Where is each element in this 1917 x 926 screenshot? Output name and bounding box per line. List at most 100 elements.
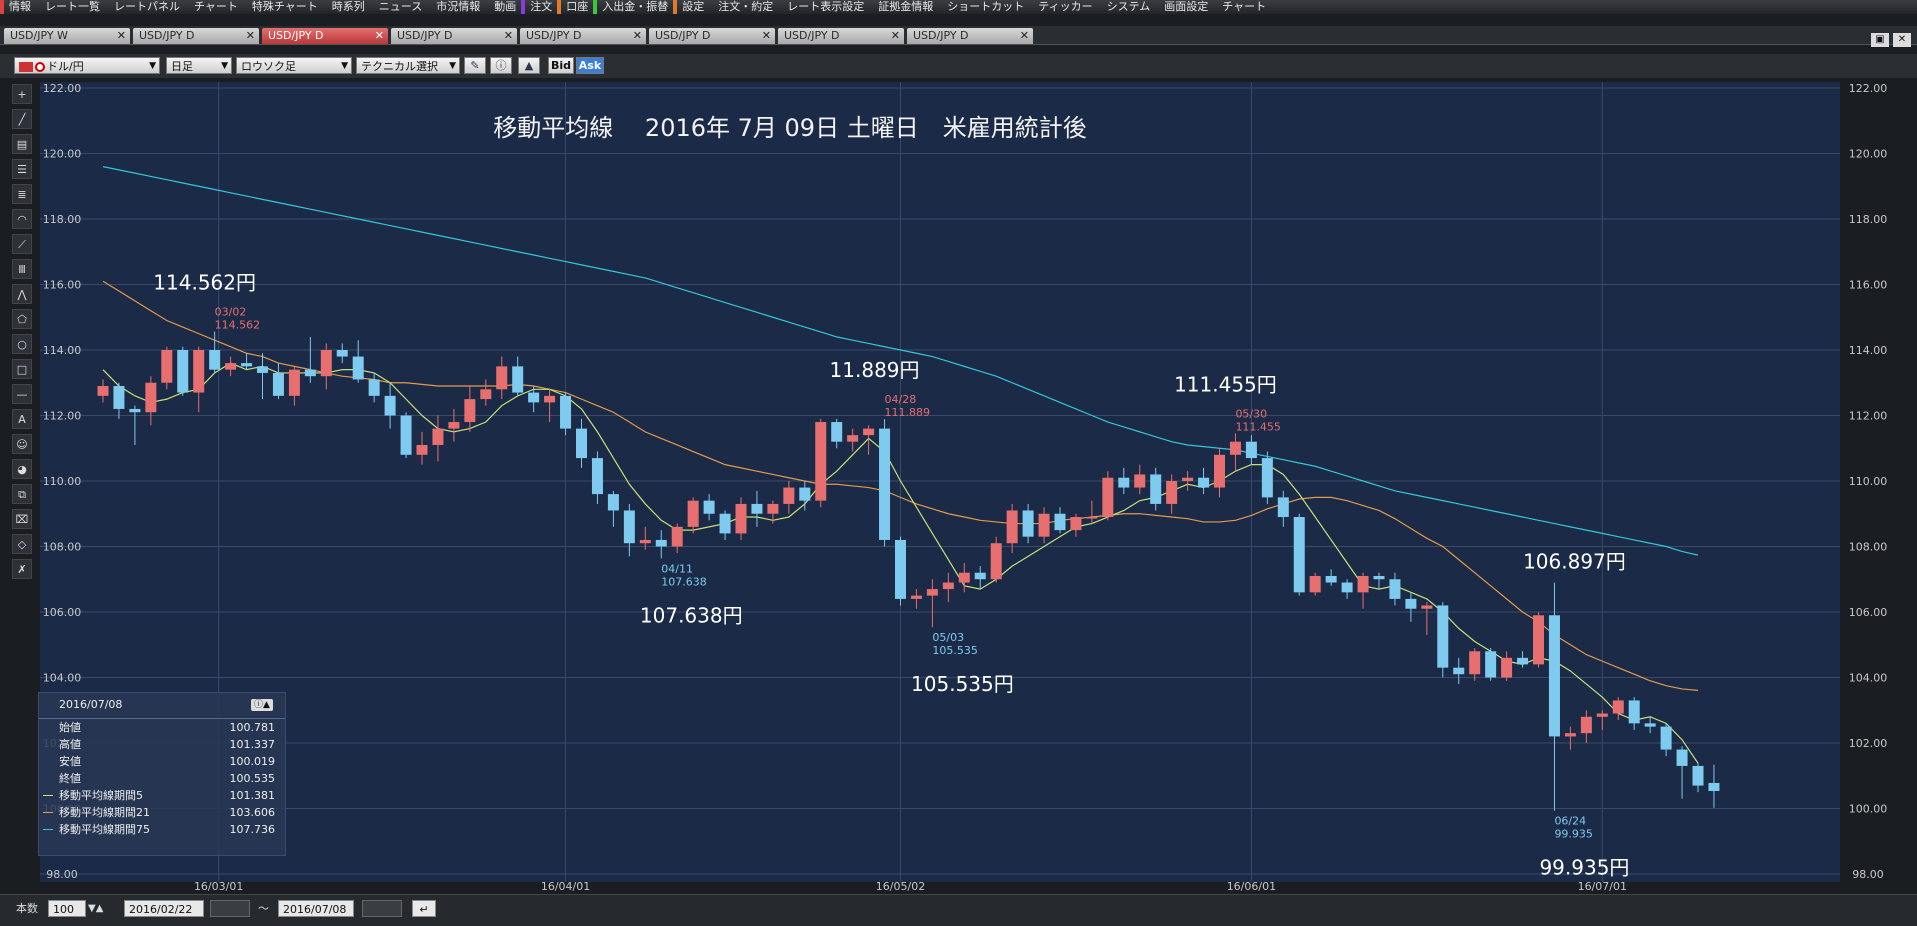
x-tick-label: 16/04/01: [541, 880, 590, 893]
tab-label: USD/JPY D: [139, 29, 195, 42]
candle-body: [1293, 517, 1305, 593]
annotation-big-label: 106.897円: [1523, 550, 1626, 574]
candle-body: [767, 503, 779, 514]
menu-item[interactable]: 証拠金情報: [869, 0, 938, 14]
menu-item[interactable]: 注文・約定: [709, 0, 778, 14]
candle-body: [209, 350, 221, 370]
menu-item[interactable]: 動画: [485, 0, 521, 14]
tab-close-icon[interactable]: ✕: [633, 28, 642, 44]
candle-body: [257, 366, 268, 373]
tab-label: USD/JPY D: [268, 29, 324, 42]
menu-item[interactable]: ニュース: [370, 0, 427, 14]
chevron-down-icon: ▼: [449, 61, 456, 71]
to-date-field[interactable]: 2016/07/08: [278, 900, 354, 917]
bid-label: Bid: [550, 59, 572, 72]
menu-item[interactable]: システム: [1098, 0, 1156, 14]
close-icon[interactable]: ✕: [1893, 33, 1911, 47]
info-button[interactable]: ⓘ: [490, 57, 512, 74]
candle-body: [336, 350, 348, 357]
chart-type-select[interactable]: ロウソク足 ▼: [236, 57, 352, 74]
tab[interactable]: USD/JPY D ✕: [907, 28, 1033, 44]
menu-item[interactable]: 注文: [521, 0, 557, 14]
menu-item[interactable]: ショートカット: [938, 0, 1029, 14]
annotation-value: 105.535: [932, 644, 978, 657]
menu-item[interactable]: 入出金・振替: [593, 0, 673, 14]
candle-body: [1102, 477, 1114, 518]
tab[interactable]: USD/JPY D ✕: [520, 28, 646, 44]
from-time-field[interactable]: [210, 900, 250, 917]
y-tick-label: 100.00: [1849, 803, 1888, 816]
tab[interactable]: USD/JPY D ✕: [262, 28, 388, 44]
area-chart-icon: ▲: [524, 59, 534, 72]
annotation-big-label: 111.455円: [1174, 372, 1277, 396]
menu-item[interactable]: 市況情報: [427, 0, 485, 14]
menu-item[interactable]: 画面設定: [1155, 0, 1213, 14]
candle-body: [1421, 605, 1433, 609]
menu-item[interactable]: チャート: [1213, 0, 1271, 14]
y-tick-label: 110.00: [1849, 475, 1888, 488]
tab-close-icon[interactable]: ✕: [246, 28, 255, 44]
candle-body: [1325, 575, 1337, 583]
y-tick-label: 98.00: [1852, 868, 1884, 881]
period-select[interactable]: 日足 ▼: [166, 57, 232, 74]
tab-close-icon[interactable]: ✕: [891, 28, 900, 44]
menu-item[interactable]: 情報: [0, 0, 36, 14]
bid-button[interactable]: Bid: [548, 57, 574, 74]
y-tick-label: 104.00: [43, 672, 82, 685]
candle-body: [1198, 477, 1210, 488]
technical-label: テクニカル選択: [361, 60, 438, 73]
y-tick-label: 114.00: [1849, 344, 1888, 357]
tab-close-icon[interactable]: ✕: [375, 28, 384, 44]
info-label: 移動平均線期間5: [59, 789, 143, 802]
candle-body: [1692, 765, 1704, 786]
refresh-button[interactable]: ↵: [412, 900, 436, 917]
menu-item[interactable]: レート表示設定: [778, 0, 869, 14]
from-date-field[interactable]: 2016/02/22: [124, 900, 204, 917]
ohlc-info-panel: 2016/07/08 ⓘ▲ 始値 100.781 高値 101.337 安値 100.01…: [38, 692, 286, 856]
count-stepper-icon[interactable]: ▼▲: [88, 900, 103, 917]
annotation-big-label: 99.935円: [1539, 856, 1629, 880]
ask-button[interactable]: Ask: [576, 57, 604, 74]
candle-body: [1405, 598, 1417, 609]
maximize-icon[interactable]: ▣: [1871, 33, 1889, 47]
candle-body: [576, 428, 587, 459]
technical-select[interactable]: テクニカル選択 ▼: [356, 57, 460, 74]
tab[interactable]: USD/JPY D ✕: [778, 28, 904, 44]
pen-tool-button[interactable]: ✎: [464, 57, 486, 74]
to-time-field[interactable]: [362, 900, 402, 917]
candle-body: [1564, 733, 1576, 737]
tab-close-icon[interactable]: ✕: [762, 28, 771, 44]
series-swatch: [43, 812, 53, 813]
candle-body: [591, 458, 603, 495]
price-chart[interactable]: 98.00 100.00 102.00 104.00 106.00 108.00 110.0…: [0, 78, 1917, 894]
menu-item[interactable]: 設定: [673, 0, 709, 14]
currency-pair-select[interactable]: ドル/円 ▼: [14, 57, 160, 74]
currency-pair-label: ドル/円: [47, 60, 84, 73]
tab-close-icon[interactable]: ✕: [504, 28, 513, 44]
count-field[interactable]: 100: [48, 900, 86, 917]
menu-item[interactable]: レートパネル: [105, 0, 185, 14]
info-row: 移動平均線期間75 107.736: [39, 821, 285, 838]
menu-item[interactable]: 口座: [557, 0, 593, 14]
window-buttons: ▣ ✕: [1867, 27, 1911, 47]
info-collapse-icon[interactable]: ⓘ▲: [251, 699, 273, 711]
candle-body: [1517, 657, 1529, 665]
menu-item[interactable]: ティッカー: [1029, 0, 1097, 14]
menu-item[interactable]: 時系列: [323, 0, 370, 14]
menu-item[interactable]: 特殊チャート: [243, 0, 323, 14]
x-tick-label: 16/05/02: [876, 880, 925, 893]
tab-label: USD/JPY D: [526, 29, 582, 42]
chart-style-button[interactable]: ▲: [518, 57, 540, 74]
tab[interactable]: USD/JPY D ✕: [133, 28, 259, 44]
y-tick-label: 106.00: [43, 606, 82, 619]
chart-background: [40, 82, 1840, 882]
candle-body: [815, 422, 827, 501]
tab-close-icon[interactable]: ✕: [1020, 28, 1029, 44]
tab[interactable]: USD/JPY D ✕: [649, 28, 775, 44]
candle-body: [480, 389, 492, 400]
tab-close-icon[interactable]: ✕: [117, 28, 126, 44]
tab[interactable]: USD/JPY W ✕: [4, 28, 130, 44]
menu-item[interactable]: レート一覧: [36, 0, 105, 14]
tab[interactable]: USD/JPY D ✕: [391, 28, 517, 44]
menu-item[interactable]: チャート: [185, 0, 243, 14]
